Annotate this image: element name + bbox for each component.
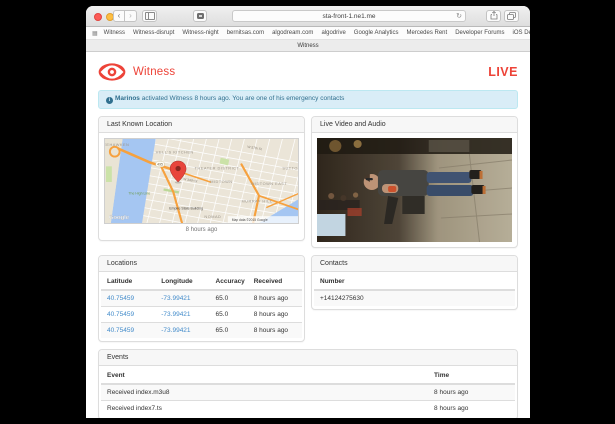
share-icon (490, 11, 497, 20)
table-link-cell[interactable]: 40.75459 (101, 289, 156, 307)
col-event: Event (101, 368, 429, 385)
table-link-cell[interactable]: -73.99421 (155, 306, 210, 323)
table-cell: 8 hours ago (428, 400, 515, 416)
map-label-empire-state: Empire State Building (169, 206, 203, 210)
live-badge: LIVE (488, 65, 518, 79)
panel-title: Events (99, 350, 517, 366)
info-icon: i (106, 97, 113, 104)
col-accuracy: Accuracy (209, 274, 248, 291)
site-header: Witness LIVE (98, 59, 518, 85)
tab-bar: Witness (86, 40, 530, 52)
contacts-table: Number +14124275630 (314, 274, 515, 306)
events-table: Event Time Received index.m3u8 8 hours ag… (101, 368, 515, 416)
table-cell: 8 hours ago (247, 306, 302, 323)
bookmark-item[interactable]: Google Analytics (354, 30, 399, 36)
table-link-cell[interactable]: 40.75459 (101, 322, 156, 338)
panel-locations: Locations Latitude Longitude Accuracy Re… (98, 255, 305, 342)
bookmark-item[interactable]: algodream.com (272, 30, 313, 36)
bookmark-item[interactable]: algodrive (321, 30, 345, 36)
map-label-sutton-place: SUTTON PLACE (282, 165, 299, 170)
col-number: Number (314, 274, 515, 291)
brand-name[interactable]: Witness (133, 66, 175, 78)
bookmarks-grid-icon[interactable]: ▦ (92, 30, 98, 37)
table-row: Received index7.ts 8 hours ago (101, 400, 515, 416)
table-cell: 8 hours ago (247, 289, 302, 307)
map-label-hells-kitchen: HELL'S KITCHEN (156, 150, 194, 155)
bookmark-item[interactable]: Mercedes Rent (407, 30, 448, 36)
map-label-high-line: The High Line (128, 192, 150, 196)
map-label-midtown-east: MIDTOWN EAST (251, 181, 287, 186)
alert-message: activated Witness 8 hours ago. You are o… (139, 95, 345, 102)
panel-title: Contacts (312, 256, 517, 272)
table-row: +14124275630 (314, 289, 515, 306)
bookmark-item[interactable]: Developer Forums (455, 30, 504, 36)
address-bar[interactable]: sta-front-1.ne1.me ↻ (232, 10, 466, 22)
sidebar-button[interactable] (142, 10, 157, 22)
browser-window: ‹ › sta-front-1.ne1.me ↻ ▦ Witness Witnes… (86, 6, 530, 418)
bookmark-item[interactable]: Witness-night (182, 30, 218, 36)
map-attribution: Map data ©2015 Google (232, 218, 268, 222)
col-time: Time (428, 368, 515, 385)
panel-last-known-location: Last Known Location 495 EHAWKEN HELL'S K… (98, 116, 305, 241)
bookmarks-bar: ▦ Witness Witness-disrupt Witness-night ber… (86, 27, 530, 40)
table-row: Received index.m3u8 8 hours ago (101, 383, 515, 401)
sidebar-icon (144, 12, 155, 20)
table-cell: Received index.m3u8 (101, 383, 429, 401)
witness-eye-logo (98, 63, 126, 81)
panel-contacts: Contacts Number +14124275630 (311, 255, 518, 310)
tab-overview-icon (507, 11, 516, 20)
table-cell: 65.0 (209, 306, 248, 323)
locations-table: Latitude Longitude Accuracy Received 40.… (101, 274, 302, 338)
panel-title: Last Known Location (99, 117, 304, 133)
table-cell: 65.0 (209, 289, 248, 307)
map-label-murray-hill: MURRAY HILL (241, 198, 272, 203)
share-button[interactable] (486, 10, 501, 22)
table-cell: Received index7.ts (101, 400, 429, 416)
extension-icon (196, 13, 204, 19)
browser-toolbar: ‹ › sta-front-1.ne1.me ↻ (86, 6, 530, 27)
back-button[interactable]: ‹ (113, 10, 125, 22)
page-content: Witness LIVE i Marinos activated Witness … (86, 52, 530, 418)
map-label-weehawken: WEEHAWKEN (104, 142, 129, 147)
bookmark-item[interactable]: iOS Dev Cen…le Developer (513, 30, 530, 36)
map-label-nomad: NOMAD (204, 214, 221, 219)
url-text: sta-front-1.ne1.me (322, 12, 376, 20)
google-watermark: Google (109, 215, 130, 221)
alert-username: Marinos (115, 95, 140, 102)
bookmark-item[interactable]: Witness (104, 30, 125, 36)
table-link-cell[interactable]: -73.99421 (155, 289, 210, 307)
refresh-icon[interactable]: ↻ (456, 12, 462, 20)
tab-overview-button[interactable] (504, 10, 519, 22)
table-row: 40.75459 -73.99421 65.0 8 hours ago (101, 306, 302, 323)
panel-live-video: Live Video and Audio (311, 116, 518, 248)
table-link-cell[interactable]: 40.75459 (101, 306, 156, 323)
panel-events: Events Event Time Received index.m3u8 8 h… (98, 349, 518, 418)
col-longitude: Longitude (155, 274, 210, 291)
tab-witness[interactable]: Witness (297, 43, 318, 49)
activation-alert: i Marinos activated Witness 8 hours ago. … (98, 90, 518, 109)
table-link-cell[interactable]: -73.99421 (155, 322, 210, 338)
map-timestamp: 8 hours ago (185, 227, 218, 233)
table-cell: 8 hours ago (428, 383, 515, 401)
extension-button[interactable] (193, 10, 207, 22)
video-frame[interactable] (317, 138, 512, 242)
table-row: 40.75459 -73.99421 65.0 8 hours ago (101, 322, 302, 338)
col-received: Received (247, 274, 302, 291)
table-cell: +14124275630 (314, 289, 515, 306)
close-window-button[interactable] (94, 13, 102, 21)
map-image[interactable]: 495 WEEHAWKEN HELL'S KITCHEN THEATER DIS… (104, 138, 299, 224)
forward-button[interactable]: › (125, 10, 137, 22)
panel-title: Locations (99, 256, 304, 272)
col-latitude: Latitude (101, 274, 156, 291)
table-row: 40.75459 -73.99421 65.0 8 hours ago (101, 289, 302, 307)
nav-buttons: ‹ › (113, 10, 137, 22)
bookmark-item[interactable]: bernitsas.com (227, 30, 264, 36)
bookmark-item[interactable]: Witness-disrupt (133, 30, 174, 36)
map-label-midtown: MIDTOWN (210, 179, 232, 184)
table-cell: 65.0 (209, 322, 248, 338)
route-495-shield: 495 (157, 163, 163, 167)
map-label-theater-district: THEATER DISTRICT (195, 165, 240, 170)
table-cell: 8 hours ago (247, 322, 302, 338)
panel-title: Live Video and Audio (312, 117, 517, 133)
